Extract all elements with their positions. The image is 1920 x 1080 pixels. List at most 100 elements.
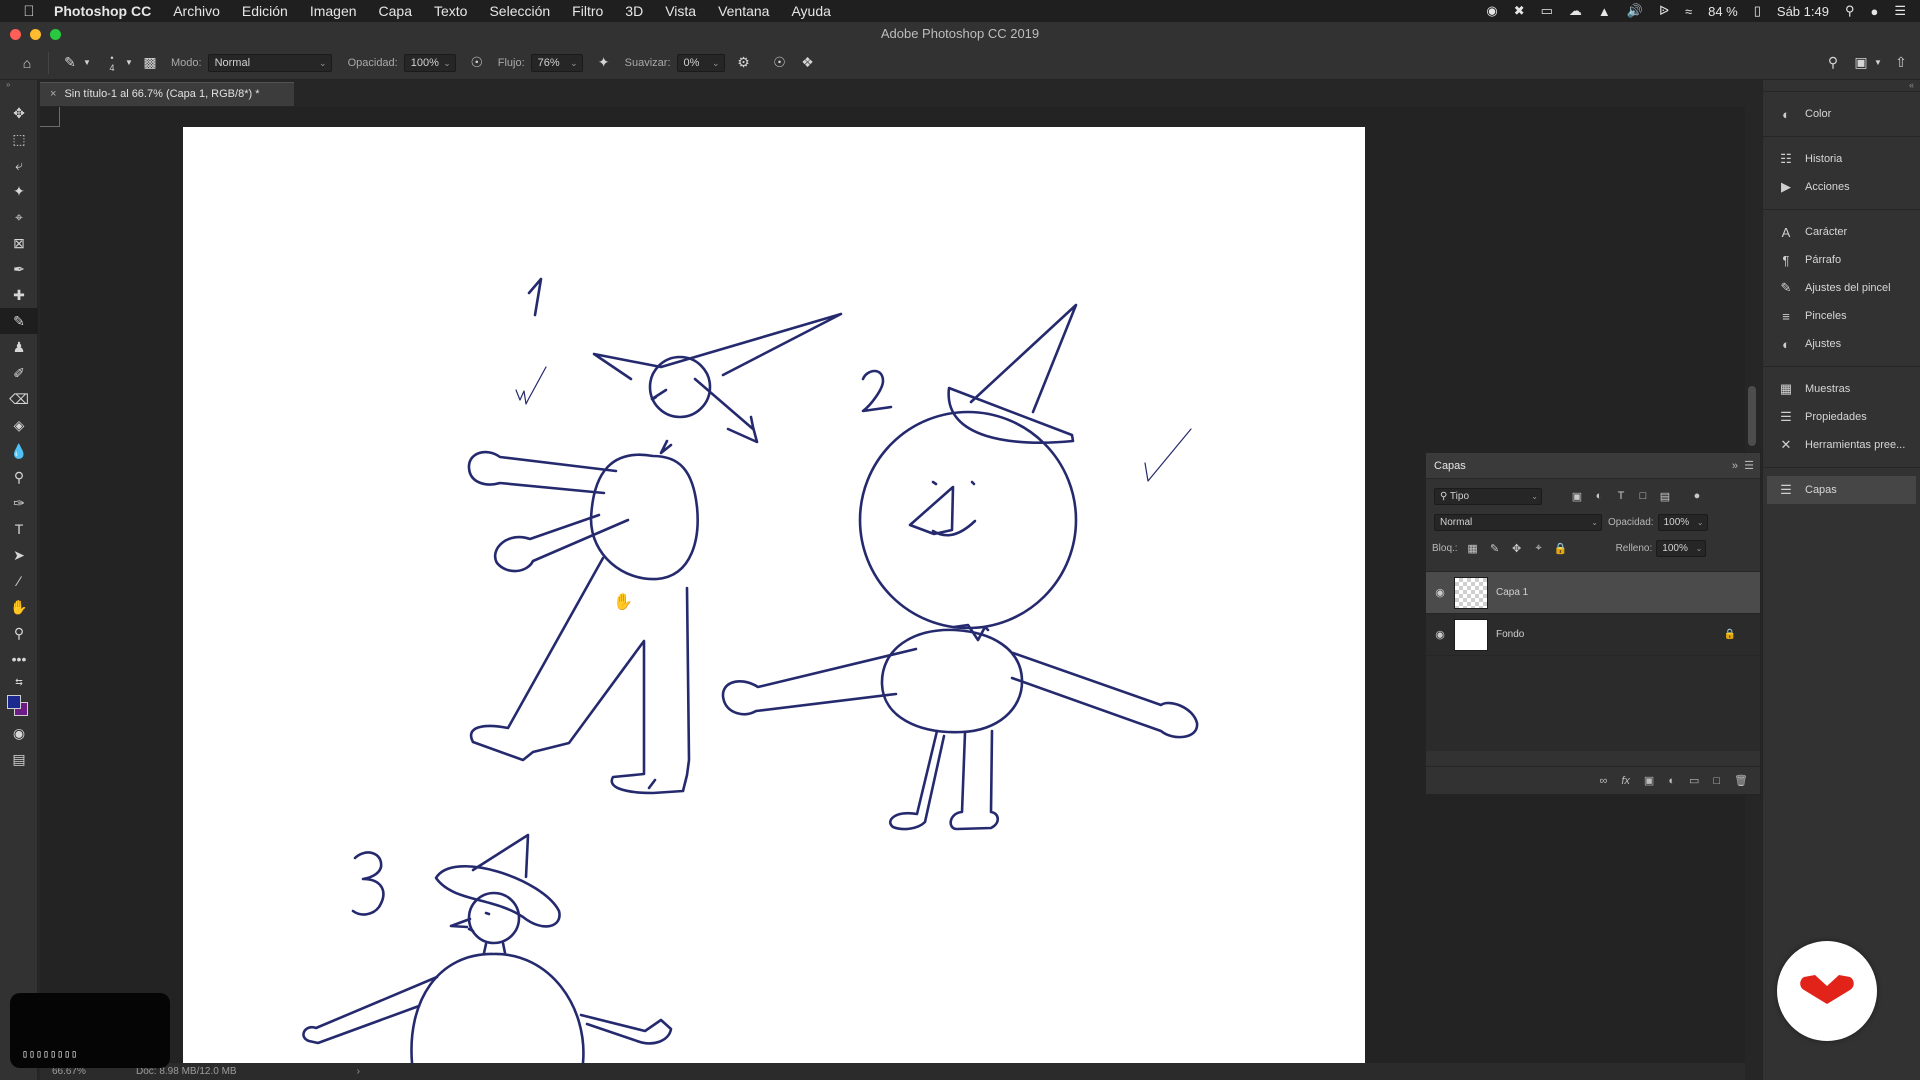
panel-brush-settings[interactable]: ✎ Ajustes del pincel bbox=[1763, 274, 1920, 302]
wifi-icon[interactable]: ≈ bbox=[1685, 4, 1692, 19]
brush-panel-toggle-icon[interactable]: ▩ bbox=[139, 52, 161, 74]
panel-color[interactable]: ◐ Color bbox=[1763, 100, 1920, 128]
layer-opacity-field[interactable]: 100% ⌄ bbox=[1657, 513, 1708, 531]
panel-actions[interactable]: ▶ Acciones bbox=[1763, 173, 1920, 201]
chevron-down-icon[interactable]: ▼ bbox=[123, 52, 135, 74]
chevron-down-icon[interactable]: ▼ bbox=[81, 52, 93, 74]
menu-texto[interactable]: Texto bbox=[434, 3, 467, 19]
new-group-icon[interactable]: ▭ bbox=[1689, 774, 1699, 787]
quick-mask-icon[interactable]: ◉ bbox=[0, 720, 38, 746]
blur-tool-icon[interactable]: 💧 bbox=[0, 438, 38, 464]
layer-name[interactable]: Capa 1 bbox=[1496, 587, 1528, 598]
adjustment-layer-icon[interactable]: ◐ bbox=[1668, 775, 1675, 787]
opacity-field[interactable]: 100% ⌄ bbox=[403, 53, 456, 72]
airplay-icon[interactable]: ▲ bbox=[1598, 4, 1611, 19]
panel-layers[interactable]: ☰ Capas bbox=[1767, 476, 1916, 504]
layers-panel-title[interactable]: Capas bbox=[1434, 460, 1466, 472]
line-tool-icon[interactable]: ∕ bbox=[0, 568, 38, 594]
lock-transparency-icon[interactable]: ▦ bbox=[1462, 542, 1484, 555]
dodge-tool-icon[interactable]: ⚲ bbox=[0, 464, 38, 490]
smoothing-field[interactable]: 0% ⌄ bbox=[676, 53, 725, 72]
filter-adjustment-icon[interactable]: ◐ bbox=[1588, 490, 1610, 502]
eraser-tool-icon[interactable]: ⌫ bbox=[0, 386, 38, 412]
clock[interactable]: Sáb 1:49 bbox=[1777, 4, 1829, 19]
bluetooth-icon[interactable]: ᐉ bbox=[1659, 3, 1669, 19]
filter-smart-object-icon[interactable]: ▤ bbox=[1654, 490, 1676, 503]
home-icon[interactable]: ⌂ bbox=[16, 52, 38, 74]
flow-field[interactable]: 76% ⌄ bbox=[530, 53, 583, 72]
panel-menu-icon[interactable]: » ☰ bbox=[1732, 459, 1754, 472]
filter-type-icon[interactable]: T bbox=[1610, 490, 1632, 502]
lock-pixels-icon[interactable]: ✎ bbox=[1484, 542, 1506, 555]
canvas[interactable]: ✋ bbox=[183, 127, 1365, 1063]
lock-artboard-icon[interactable]: ⌖ bbox=[1528, 542, 1550, 555]
magic-wand-tool-icon[interactable]: ✦ bbox=[0, 178, 38, 204]
panel-properties[interactable]: ☰ Propiedades bbox=[1763, 403, 1920, 431]
menu-ventana[interactable]: Ventana bbox=[718, 3, 769, 19]
pen-tool-icon[interactable]: ✑ bbox=[0, 490, 38, 516]
add-mask-icon[interactable]: ▣ bbox=[1644, 774, 1654, 787]
frame-tool-icon[interactable]: ⊠ bbox=[0, 230, 38, 256]
healing-brush-tool-icon[interactable]: ✚ bbox=[0, 282, 38, 308]
swap-colors-icon[interactable]: ⇆ bbox=[0, 672, 38, 692]
marquee-tool-icon[interactable]: ⬚ bbox=[0, 126, 38, 152]
battery-label[interactable]: 84 % bbox=[1708, 4, 1738, 19]
panel-history[interactable]: ☷ Historia bbox=[1763, 145, 1920, 173]
panel-tool-presets[interactable]: ✕ Herramientas pree... bbox=[1763, 431, 1920, 459]
zoom-tool-icon[interactable]: ⚲ bbox=[0, 620, 38, 646]
panel-swatches[interactable]: ▦ Muestras bbox=[1763, 375, 1920, 403]
menu-imagen[interactable]: Imagen bbox=[310, 3, 357, 19]
menu-seleccion[interactable]: Selección bbox=[489, 3, 550, 19]
visibility-eye-icon[interactable]: ◉ bbox=[1426, 628, 1454, 641]
search-icon[interactable]: ⚲ bbox=[1822, 52, 1844, 74]
pressure-size-icon[interactable]: ☉ bbox=[769, 52, 791, 74]
more-tools-icon[interactable]: ••• bbox=[0, 646, 38, 672]
layer-row-capa-1[interactable]: ◉ Capa 1 bbox=[1426, 572, 1760, 614]
panel-brushes[interactable]: ≡ Pinceles bbox=[1763, 302, 1920, 330]
menu-capa[interactable]: Capa bbox=[379, 3, 412, 19]
eyedropper-tool-icon[interactable]: ✒ bbox=[0, 256, 38, 282]
move-tool-icon[interactable]: ✥ bbox=[0, 100, 38, 126]
workspace-icon[interactable]: ▣ bbox=[1850, 52, 1872, 74]
menu-3d[interactable]: 3D bbox=[625, 3, 643, 19]
pressure-opacity-icon[interactable]: ☉ bbox=[466, 52, 488, 74]
type-tool-icon[interactable]: T bbox=[0, 516, 38, 542]
volume-icon[interactable]: 🔊 bbox=[1627, 3, 1643, 19]
share-icon[interactable]: ⇧ bbox=[1890, 52, 1912, 74]
color-swatches[interactable] bbox=[0, 692, 38, 720]
fill-field[interactable]: 100% ⌄ bbox=[1656, 539, 1707, 557]
panel-adjustments[interactable]: ◐ Ajustes bbox=[1763, 330, 1920, 358]
filter-toggle-icon[interactable]: ● bbox=[1686, 490, 1708, 502]
dropbox-icon[interactable]: ✖ bbox=[1514, 3, 1525, 19]
brush-tool-icon[interactable]: ✎ bbox=[0, 308, 38, 334]
menu-archivo[interactable]: Archivo bbox=[173, 3, 220, 19]
menu-edicion[interactable]: Edición bbox=[242, 3, 288, 19]
clone-stamp-tool-icon[interactable]: ♟ bbox=[0, 334, 38, 360]
collapse-icon[interactable]: » bbox=[0, 80, 37, 100]
search-icon[interactable]: ⚲ bbox=[1845, 3, 1855, 19]
hand-tool-icon[interactable]: ✋ bbox=[0, 594, 38, 620]
panel-character[interactable]: A Carácter bbox=[1763, 218, 1920, 246]
collapse-icon[interactable]: « bbox=[1763, 80, 1920, 92]
display-icon[interactable]: ▭ bbox=[1541, 3, 1553, 19]
close-icon[interactable]: × bbox=[50, 88, 56, 100]
apple-icon[interactable]:  bbox=[20, 3, 38, 20]
airbrush-icon[interactable]: ✦ bbox=[593, 52, 615, 74]
history-brush-tool-icon[interactable]: ✐ bbox=[0, 360, 38, 386]
layer-style-icon[interactable]: fx bbox=[1621, 775, 1630, 787]
trash-icon[interactable]: 🗑 bbox=[1734, 774, 1748, 787]
lock-all-icon[interactable]: 🔒 bbox=[1550, 542, 1572, 555]
new-layer-icon[interactable]: □ bbox=[1713, 775, 1720, 787]
document-tab[interactable]: × Sin título-1 al 66.7% (Capa 1, RGB/8*) … bbox=[40, 82, 294, 106]
lasso-tool-icon[interactable]: ⤶ bbox=[0, 152, 38, 178]
chevron-down-icon[interactable]: ▼ bbox=[1872, 52, 1884, 74]
battery-icon[interactable]: ▯ bbox=[1754, 3, 1761, 19]
menu-app[interactable]: Photoshop CC bbox=[54, 3, 151, 19]
layer-name[interactable]: Fondo bbox=[1496, 629, 1524, 640]
brush-size-picker[interactable]: • 4 bbox=[101, 52, 123, 74]
notifications-icon[interactable]: ☰ bbox=[1894, 3, 1906, 19]
close-window-button[interactable] bbox=[10, 29, 21, 40]
screen-mode-icon[interactable]: ▤ bbox=[0, 746, 38, 772]
cloud-icon[interactable]: ☁ bbox=[1569, 3, 1582, 19]
panel-paragraph[interactable]: ¶ Párrafo bbox=[1763, 246, 1920, 274]
